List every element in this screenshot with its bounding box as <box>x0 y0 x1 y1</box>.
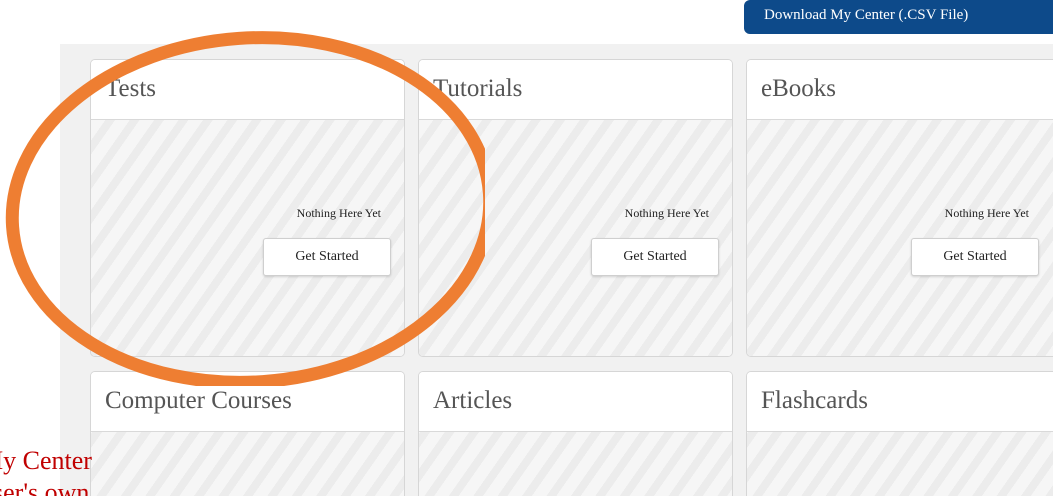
get-started-button[interactable]: Get Started <box>263 238 391 276</box>
card-body <box>91 432 404 496</box>
empty-state-text: Nothing Here Yet <box>944 206 1029 220</box>
card-body: Nothing Here Yet Get Started <box>747 120 1053 356</box>
annotation-caption-line-2: user's own points of <box>0 478 95 496</box>
card-title: Tests <box>91 60 404 120</box>
get-started-button[interactable]: Get Started <box>911 238 1039 276</box>
annotation-caption-line-1: My Center page to <box>0 446 95 475</box>
card-tests: Tests Nothing Here Yet Get Started <box>90 59 405 357</box>
download-csv-button[interactable]: Download My Center (.CSV File) <box>744 0 1053 34</box>
card-articles: Articles <box>418 371 733 496</box>
card-flashcards: Flashcards <box>746 371 1053 496</box>
card-body: Nothing Here Yet Get Started <box>91 120 404 356</box>
card-computer-courses: Computer Courses <box>90 371 405 496</box>
empty-state-text: Nothing Here Yet <box>296 206 381 220</box>
card-body <box>419 432 732 496</box>
card-body <box>747 432 1053 496</box>
card-title: Computer Courses <box>91 372 404 432</box>
empty-state-text: Nothing Here Yet <box>624 206 709 220</box>
card-ebooks: eBooks Nothing Here Yet Get Started <box>746 59 1053 357</box>
card-title: Tutorials <box>419 60 732 120</box>
card-title: Flashcards <box>747 372 1053 432</box>
card-tutorials: Tutorials Nothing Here Yet Get Started <box>418 59 733 357</box>
card-body: Nothing Here Yet Get Started <box>419 120 732 356</box>
card-title: eBooks <box>747 60 1053 120</box>
my-center-page: Download My Center (.CSV File) Tests Not… <box>0 0 1053 496</box>
annotation-caption: My Center page to user's own points of <box>0 445 95 496</box>
get-started-button[interactable]: Get Started <box>591 238 719 276</box>
card-title: Articles <box>419 372 732 432</box>
